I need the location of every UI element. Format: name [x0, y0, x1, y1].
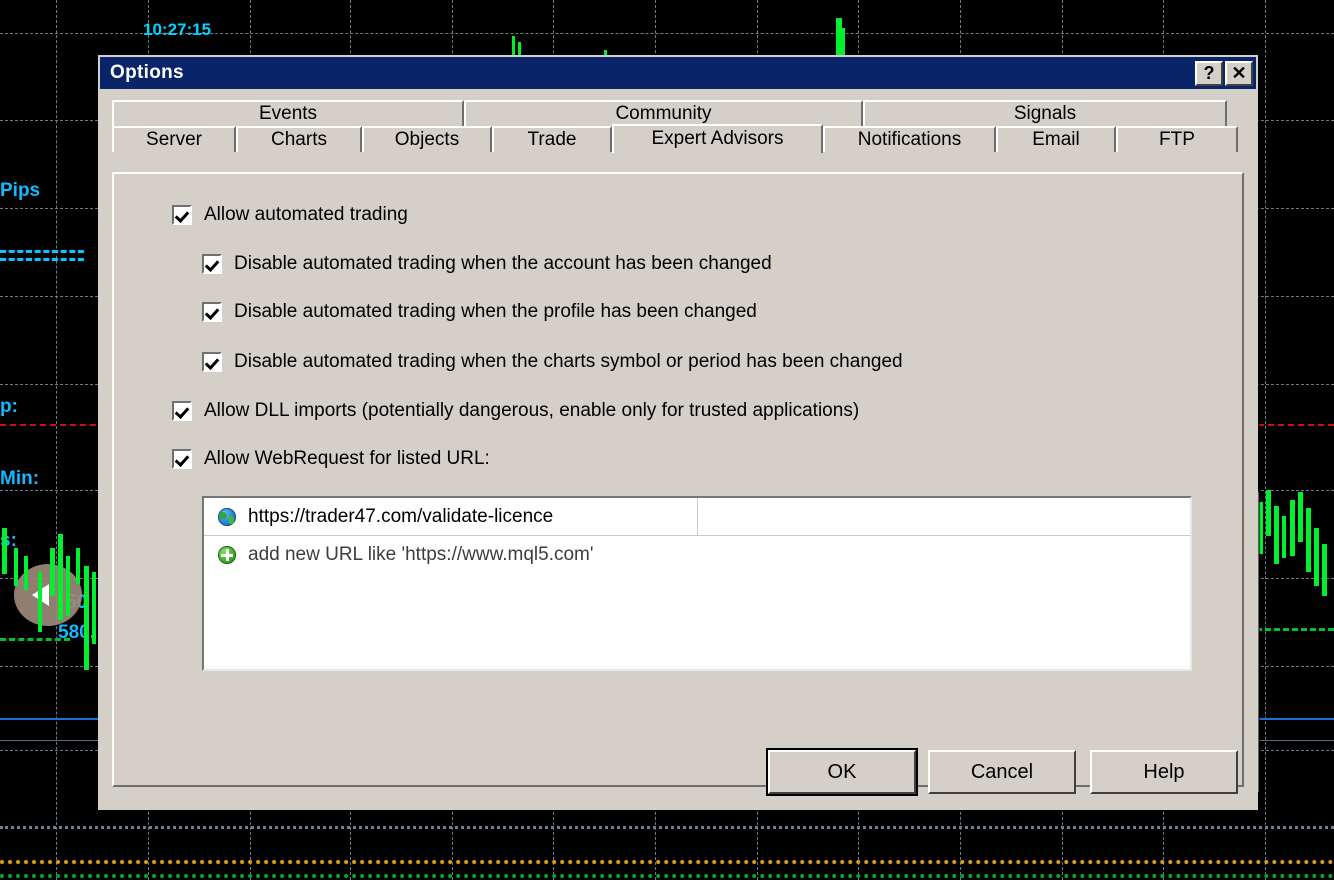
- checkbox-label: Disable automated trading when the profi…: [234, 301, 757, 322]
- tab-row-bottom: Server Charts Objects Trade Expert Advis…: [112, 124, 1244, 153]
- chart-candle: [24, 556, 28, 590]
- chart-candle: [1298, 492, 1303, 542]
- globe-icon: [218, 507, 236, 526]
- tab-server[interactable]: Server: [112, 126, 236, 152]
- url-list-item[interactable]: https://trader47.com/validate-licence: [204, 498, 1190, 536]
- help-button[interactable]: ?: [1195, 60, 1223, 86]
- checkbox-box[interactable]: [202, 302, 222, 322]
- chart-candle: [2, 528, 7, 574]
- checkbox-disable-on-profile-change[interactable]: Disable automated trading when the profi…: [202, 301, 757, 323]
- help-button-bottom[interactable]: Help: [1090, 750, 1238, 794]
- chart-candle: [76, 548, 80, 584]
- close-icon[interactable]: ✕: [1225, 60, 1253, 86]
- expert-advisors-panel: Allow automated trading Disable automate…: [112, 172, 1244, 787]
- chart-green-level: [1256, 628, 1334, 631]
- tab-ftp[interactable]: FTP: [1116, 126, 1238, 152]
- chart-cyan-level-line: [0, 250, 84, 253]
- checkbox-allow-dll-imports[interactable]: Allow DLL imports (potentially dangerous…: [172, 400, 859, 422]
- chart-candle: [1306, 508, 1311, 572]
- chart-label-pips: Pips: [0, 180, 41, 201]
- checkbox-box[interactable]: [172, 449, 192, 469]
- chart-candle: [38, 572, 42, 632]
- checkbox-box[interactable]: [172, 401, 192, 421]
- chart-label-p: p:: [0, 396, 18, 417]
- cancel-button[interactable]: Cancel: [928, 750, 1076, 794]
- chart-grey-dotted-line: [0, 826, 1334, 829]
- dialog-title: Options: [110, 62, 184, 83]
- chart-cyan-level-line: [0, 258, 84, 261]
- url-list-item-text: https://trader47.com/validate-licence: [248, 505, 554, 527]
- tab-events[interactable]: Events: [112, 100, 464, 126]
- dialog-title-bar[interactable]: Options ? ✕: [100, 57, 1256, 89]
- options-dialog: Options ? ✕ Events Community Signals Ser…: [98, 55, 1258, 810]
- chart-label-min: Min:: [0, 468, 40, 489]
- tab-row-top: Events Community Signals: [112, 100, 1244, 126]
- checkbox-label: Allow DLL imports (potentially dangerous…: [204, 400, 860, 421]
- tab-strip: Events Community Signals Server Charts O…: [112, 100, 1244, 153]
- dialog-button-bar: OK Cancel Help: [100, 748, 1256, 796]
- chart-time-label: 10:27:15: [143, 20, 212, 39]
- checkbox-box[interactable]: [202, 352, 222, 372]
- chart-grid-line: [56, 0, 57, 880]
- add-icon: [218, 546, 236, 564]
- url-list-add-item[interactable]: add new URL like 'https://www.mql5.com': [204, 536, 1190, 574]
- tab-charts[interactable]: Charts: [236, 126, 362, 152]
- tab-objects[interactable]: Objects: [362, 126, 492, 152]
- checkbox-label: Disable automated trading when the chart…: [234, 351, 903, 372]
- tab-email[interactable]: Email: [996, 126, 1116, 152]
- webrequest-url-list[interactable]: https://trader47.com/validate-licence ad…: [202, 496, 1192, 671]
- checkbox-box[interactable]: [172, 205, 192, 225]
- checkbox-allow-webrequest[interactable]: Allow WebRequest for listed URL:: [172, 448, 490, 470]
- tab-expert-advisors[interactable]: Expert Advisors: [612, 124, 823, 153]
- chart-candle: [1282, 516, 1286, 558]
- url-list-add-hint: add new URL like 'https://www.mql5.com': [248, 544, 594, 565]
- chart-candle: [92, 572, 96, 644]
- chart-candle: [58, 534, 63, 620]
- chart-candle: [14, 548, 18, 586]
- checkbox-allow-automated-trading[interactable]: Allow automated trading: [172, 204, 408, 226]
- chart-grid-line: [1265, 0, 1266, 880]
- chart-green-dotted-line: [0, 874, 1334, 878]
- chart-candle: [1322, 544, 1327, 596]
- tab-notifications[interactable]: Notifications: [823, 126, 996, 152]
- checkbox-label: Allow automated trading: [204, 204, 408, 225]
- checkbox-disable-on-symbol-period-change[interactable]: Disable automated trading when the chart…: [202, 351, 903, 373]
- chart-candle: [1290, 500, 1295, 556]
- chart-candle: [84, 566, 89, 670]
- chart-candle: [1314, 528, 1319, 586]
- tab-trade[interactable]: Trade: [492, 126, 612, 152]
- checkbox-box[interactable]: [202, 254, 222, 274]
- column-divider: [697, 498, 698, 535]
- tab-signals[interactable]: Signals: [863, 100, 1227, 126]
- chart-candle: [1274, 506, 1279, 564]
- chart-candle: [842, 28, 845, 58]
- chart-candle: [66, 556, 70, 616]
- chart-candle: [50, 548, 55, 596]
- chart-green-level: [0, 638, 70, 641]
- chart-gold-dotted-line: [0, 860, 1334, 864]
- ok-button[interactable]: OK: [766, 748, 918, 796]
- checkbox-label: Disable automated trading when the accou…: [234, 253, 772, 274]
- checkbox-disable-on-account-change[interactable]: Disable automated trading when the accou…: [202, 253, 772, 275]
- tab-community[interactable]: Community: [464, 100, 863, 126]
- checkbox-label: Allow WebRequest for listed URL:: [204, 448, 490, 469]
- chart-candle: [1266, 490, 1271, 536]
